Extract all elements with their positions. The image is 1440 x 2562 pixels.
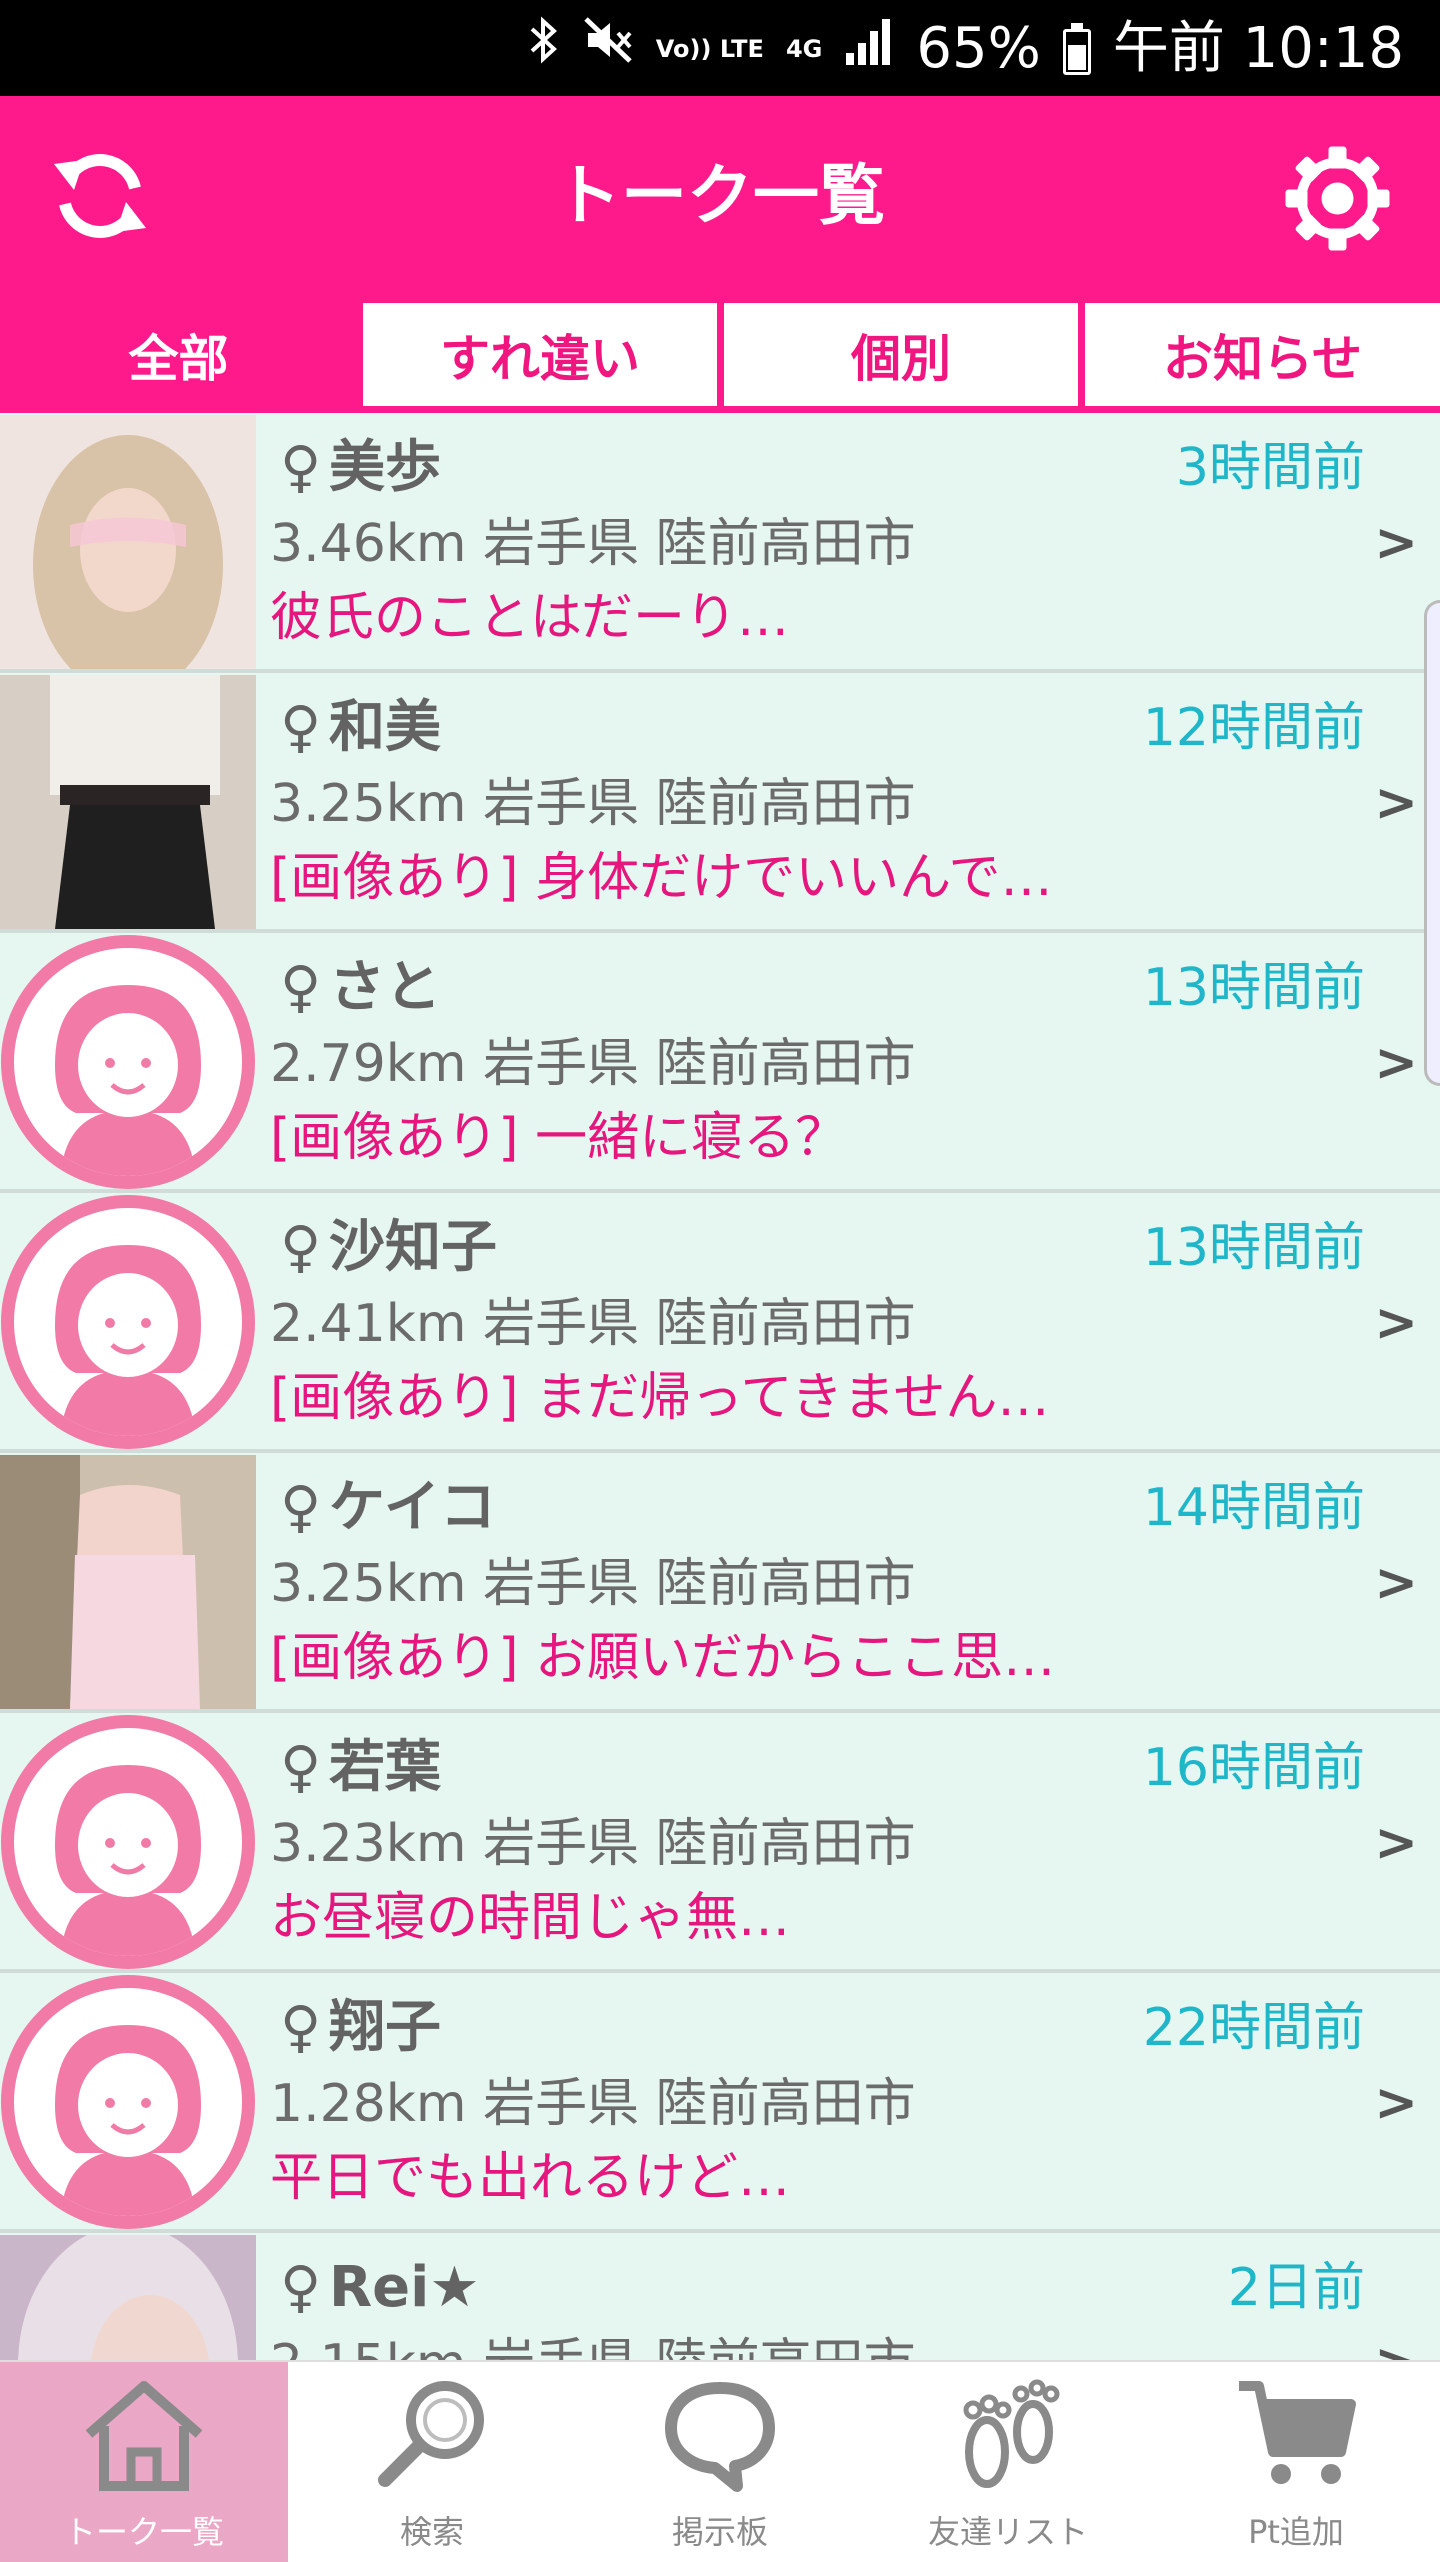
- last-message: 平日でも出れるけど…: [270, 2148, 791, 2208]
- avatar: [0, 1975, 256, 2229]
- nav-label: 検索: [399, 2513, 464, 2551]
- location: 3.25km 岩手県 陸前高田市: [270, 1554, 916, 1614]
- last-message: [画像あり] お願いだからここ思…: [270, 1628, 1056, 1688]
- user-name: 沙知子: [329, 1215, 498, 1280]
- tab-notices[interactable]: お知らせ: [1085, 303, 1440, 406]
- nav-talk-list[interactable]: トーク一覧: [0, 2362, 288, 2562]
- search-icon: [288, 2374, 576, 2494]
- nav-label: トーク一覧: [63, 2513, 224, 2551]
- location: 2.15km 岩手県 陸前高田市: [270, 2329, 916, 2360]
- female-icon: ♀: [280, 1995, 322, 2060]
- tab-individual[interactable]: 個別: [724, 303, 1078, 406]
- clock: 午前 10:18: [1112, 16, 1404, 81]
- female-icon: ♀: [280, 1475, 322, 1540]
- battery-percent: 65%: [916, 16, 1041, 81]
- avatar: [0, 1715, 256, 1969]
- location: 1.28km 岩手県 陸前高田市: [270, 2074, 916, 2134]
- last-message: 彼氏のことはだーり…: [270, 588, 789, 648]
- avatar: [0, 415, 256, 669]
- avatar: [0, 1195, 256, 1449]
- timestamp: 13時間前: [1142, 958, 1365, 1018]
- user-name: Rei★: [329, 2255, 480, 2320]
- timestamp: 13時間前: [1142, 1218, 1365, 1278]
- conversation-row[interactable]: ♀ 翔子 22時間前 1.28km 岩手県 陸前高田市 平日でも出れるけど… >: [0, 1973, 1440, 2233]
- conversation-list: ♀ 美歩 3時間前 3.46km 岩手県 陸前高田市 彼氏のことはだーり… > ♀…: [0, 413, 1440, 2360]
- chat-bubble-icon: [576, 2374, 864, 2494]
- nav-label: Pt追加: [1248, 2513, 1344, 2551]
- female-icon: ♀: [280, 2255, 322, 2320]
- timestamp: 16時間前: [1142, 1738, 1365, 1798]
- footprints-icon: [864, 2374, 1152, 2494]
- conversation-row[interactable]: ♀ 美歩 3時間前 3.46km 岩手県 陸前高田市 彼氏のことはだーり… >: [0, 413, 1440, 673]
- timestamp: 22時間前: [1142, 1998, 1365, 2058]
- female-icon: ♀: [280, 1735, 322, 1800]
- scroll-handle[interactable]: [1424, 600, 1440, 1086]
- timestamp: 14時間前: [1142, 1478, 1365, 1538]
- conversation-row[interactable]: ♀ 若葉 16時間前 3.23km 岩手県 陸前高田市 お昼寝の時間じゃ無… >: [0, 1713, 1440, 1973]
- user-name: さと: [329, 955, 442, 1020]
- female-icon: ♀: [280, 1215, 322, 1280]
- user-name: 若葉: [329, 1735, 442, 1800]
- chevron-right-icon: >: [1374, 1033, 1418, 1093]
- home-icon: [0, 2374, 288, 2494]
- app-header: トーク一覧: [0, 96, 1440, 303]
- location: 2.41km 岩手県 陸前高田市: [270, 1294, 916, 1354]
- last-message: [画像あり] 一緒に寝る？: [270, 1108, 848, 1168]
- conversation-row[interactable]: ♀ さと 13時間前 2.79km 岩手県 陸前高田市 [画像あり] 一緒に寝る？…: [0, 933, 1440, 1193]
- timestamp: 2日前: [1227, 2258, 1365, 2318]
- avatar: [0, 2235, 256, 2360]
- location: 3.46km 岩手県 陸前高田市: [270, 514, 916, 574]
- female-icon: ♀: [280, 695, 322, 760]
- conversation-row[interactable]: ♀ 沙知子 13時間前 2.41km 岩手県 陸前高田市 [画像あり] まだ帰って…: [0, 1193, 1440, 1453]
- signal-icon: [844, 14, 894, 84]
- tab-bar: 全部 すれ違い 個別 お知らせ: [0, 303, 1440, 413]
- gear-icon[interactable]: [1275, 136, 1400, 261]
- timestamp: 12時間前: [1142, 698, 1365, 758]
- mute-icon: [582, 14, 634, 84]
- location: 3.23km 岩手県 陸前高田市: [270, 1814, 916, 1874]
- location: 3.25km 岩手県 陸前高田市: [270, 774, 916, 834]
- page-title: トーク一覧: [555, 157, 885, 234]
- nav-board[interactable]: 掲示板: [576, 2362, 864, 2562]
- last-message: [画像あり] 身体だけでいいんで…: [270, 848, 1053, 908]
- nav-add-points[interactable]: Pt追加: [1152, 2362, 1440, 2562]
- last-message: [画像あり] まだ帰ってきません…: [270, 1368, 1050, 1428]
- conversation-row[interactable]: ♀ ケイコ 14時間前 3.25km 岩手県 陸前高田市 [画像あり] お願いだか…: [0, 1453, 1440, 1713]
- chevron-right-icon: >: [1374, 1553, 1418, 1613]
- user-name: 美歩: [329, 435, 442, 500]
- conversation-row[interactable]: ♀ 和美 12時間前 3.25km 岩手県 陸前高田市 [画像あり] 身体だけでい…: [0, 673, 1440, 933]
- chevron-right-icon: >: [1374, 773, 1418, 833]
- chevron-right-icon: >: [1374, 2333, 1418, 2360]
- chevron-right-icon: >: [1374, 1813, 1418, 1873]
- status-icons: Vo)) LTE 4G 65% 午前 10:18: [526, 14, 1404, 84]
- avatar: [0, 675, 256, 929]
- conversation-row[interactable]: ♀Rei★ 2日前 2.15km 岩手県 陸前高田市 >: [0, 2233, 1440, 2360]
- avatar: [0, 1455, 256, 1709]
- user-name: ケイコ: [329, 1475, 496, 1540]
- nav-label: 友達リスト: [927, 2513, 1088, 2551]
- chevron-right-icon: >: [1374, 2073, 1418, 2133]
- bottom-nav: トーク一覧 検索 掲示板 友達リスト Pt追加: [0, 2360, 1440, 2562]
- 4g-icon: 4G: [785, 35, 823, 63]
- chevron-right-icon: >: [1374, 513, 1418, 573]
- tab-passing[interactable]: すれ違い: [363, 303, 717, 406]
- chevron-right-icon: >: [1374, 1293, 1418, 1353]
- cart-icon: [1152, 2374, 1440, 2494]
- nav-search[interactable]: 検索: [288, 2362, 576, 2562]
- avatar: [0, 935, 256, 1189]
- female-icon: ♀: [280, 435, 322, 500]
- last-message: お昼寝の時間じゃ無…: [270, 1888, 791, 1948]
- volte-icon: Vo)) LTE: [655, 35, 764, 63]
- timestamp: 3時間前: [1175, 438, 1365, 498]
- nav-label: 掲示板: [671, 2513, 768, 2551]
- status-bar: Vo)) LTE 4G 65% 午前 10:18: [0, 0, 1440, 96]
- tab-all[interactable]: 全部: [0, 303, 357, 406]
- user-name: 翔子: [329, 1995, 442, 2060]
- nav-friends[interactable]: 友達リスト: [864, 2362, 1152, 2562]
- female-icon: ♀: [280, 955, 322, 1020]
- bluetooth-icon: [526, 14, 560, 84]
- user-name: 和美: [329, 695, 442, 760]
- location: 2.79km 岩手県 陸前高田市: [270, 1034, 916, 1094]
- battery-icon: [1062, 23, 1091, 75]
